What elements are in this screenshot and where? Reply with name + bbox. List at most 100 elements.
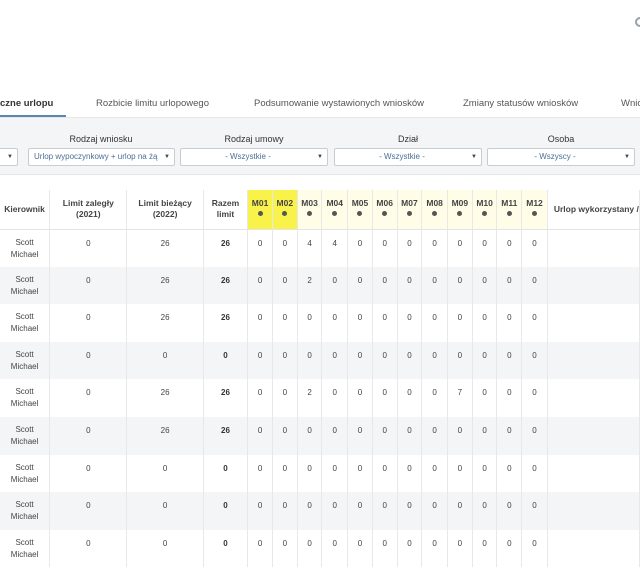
month-cell: 0 bbox=[272, 379, 298, 417]
table-row[interactable]: Scott Michael 0 26 26 0 0 2 0 0 0 0 0 7 0 0 0 bbox=[0, 379, 640, 417]
tab-rozbicie-limitu[interactable]: Rozbicie limitu urlopowego bbox=[96, 98, 209, 109]
month-cell: 0 bbox=[397, 229, 423, 267]
table-row[interactable]: Scott Michael 0 26 26 0 0 4 4 0 0 0 0 0 0 0 0 bbox=[0, 229, 640, 267]
month-cell: 0 bbox=[321, 266, 349, 305]
month-cell: 0 bbox=[347, 341, 373, 380]
info-icon bbox=[357, 211, 363, 216]
col-m02[interactable]: M02 bbox=[272, 190, 298, 230]
info-icon bbox=[282, 211, 288, 216]
month-cell: 0 bbox=[247, 341, 273, 380]
info-icon bbox=[406, 211, 412, 216]
month-cell: 0 bbox=[347, 266, 373, 305]
filter-rodzaj-umowy-select[interactable]: - Wszystkie - ▼ bbox=[180, 148, 328, 166]
month-cell: 0 bbox=[421, 266, 448, 305]
month-cell: 0 bbox=[272, 492, 298, 530]
filter-osoba-select[interactable]: - Wszyscy - ▼ bbox=[487, 148, 635, 166]
col-m12[interactable]: M12 bbox=[521, 190, 548, 230]
col-m01[interactable]: M01 bbox=[247, 190, 273, 230]
table-row[interactable]: Scott Michael 0 0 0 0 0 0 0 0 0 0 0 0 0 0 0 bbox=[0, 492, 640, 530]
limit-zalegly-cell: 0 bbox=[49, 341, 128, 380]
month-cell: 0 bbox=[421, 492, 448, 530]
tab-urlopy[interactable]: czne urlopu bbox=[0, 98, 53, 109]
urlop-wykorzystany-cell bbox=[547, 379, 640, 417]
col-m06[interactable]: M06 bbox=[372, 190, 398, 230]
col-m03[interactable]: M03 bbox=[297, 190, 323, 230]
month-cell: 0 bbox=[397, 529, 423, 568]
manager-last-name: Michael bbox=[10, 324, 39, 334]
filter-label-rodzaj-umowy: Rodzaj umowy bbox=[224, 134, 284, 144]
month-cell: 0 bbox=[521, 454, 548, 493]
month-cell: 0 bbox=[347, 416, 373, 455]
month-label: M05 bbox=[351, 198, 369, 208]
report-tabs: czne urlopu Rozbicie limitu urlopowego P… bbox=[0, 90, 640, 118]
filter-osoba-value: - Wszyscy - bbox=[534, 152, 576, 161]
col-m09[interactable]: M09 bbox=[447, 190, 473, 230]
table-row[interactable]: Scott Michael 0 0 0 0 0 0 0 0 0 0 0 0 0 0 0 bbox=[0, 341, 640, 380]
month-label: M02 bbox=[276, 198, 294, 208]
settings-icon[interactable] bbox=[634, 17, 640, 29]
col-m04[interactable]: M04 bbox=[321, 190, 349, 230]
month-cell: 0 bbox=[272, 304, 298, 342]
filter-dzial-value: - Wszystkie - bbox=[379, 152, 425, 161]
manager-name-cell: Scott Michael bbox=[0, 454, 51, 493]
col-urlop-wykorzystany[interactable]: Urlop wykorzystany / bbox=[547, 190, 640, 230]
month-cell: 0 bbox=[447, 492, 473, 530]
urlop-wykorzystany-cell bbox=[547, 416, 640, 455]
urlop-wykorzystany-cell bbox=[547, 529, 640, 568]
manager-name-cell: Scott Michael bbox=[0, 379, 51, 417]
tab-podsumowanie-wnioskow[interactable]: Podsumowanie wystawionych wniosków bbox=[254, 98, 424, 109]
month-cell: 0 bbox=[372, 529, 398, 568]
month-cell: 0 bbox=[297, 454, 323, 493]
col-m11[interactable]: M11 bbox=[496, 190, 523, 230]
table-row[interactable]: Scott Michael 0 0 0 0 0 0 0 0 0 0 0 0 0 0 0 bbox=[0, 454, 640, 493]
filter-previous-select[interactable]: ▼ bbox=[0, 148, 18, 166]
month-cell: 0 bbox=[272, 416, 298, 455]
manager-first-name: Scott bbox=[15, 462, 34, 472]
col-razem-limit[interactable]: Razem limit bbox=[203, 190, 249, 230]
table-row[interactable]: Scott Michael 0 0 0 0 0 0 0 0 0 0 0 0 0 0 0 bbox=[0, 529, 640, 568]
col-m07[interactable]: M07 bbox=[397, 190, 423, 230]
col-kierownik[interactable]: Kierownik bbox=[0, 190, 51, 230]
month-cell: 0 bbox=[472, 454, 498, 493]
col-limit-biezacy[interactable]: Limit bieżący (2022) bbox=[126, 190, 204, 230]
col-m10[interactable]: M10 bbox=[472, 190, 498, 230]
col-m08[interactable]: M08 bbox=[421, 190, 448, 230]
manager-last-name: Michael bbox=[10, 249, 39, 259]
razem-limit-cell: 26 bbox=[203, 379, 249, 417]
month-cell: 0 bbox=[247, 266, 273, 305]
month-cell: 0 bbox=[397, 416, 423, 455]
month-cell: 0 bbox=[347, 304, 373, 342]
active-tab-underline bbox=[0, 115, 66, 117]
month-cell: 0 bbox=[321, 341, 349, 380]
month-cell: 0 bbox=[347, 529, 373, 568]
month-cell: 0 bbox=[347, 229, 373, 267]
month-cell: 0 bbox=[521, 229, 548, 267]
month-cell: 0 bbox=[421, 416, 448, 455]
month-cell: 0 bbox=[247, 229, 273, 267]
month-cell: 0 bbox=[247, 304, 273, 342]
month-cell: 0 bbox=[472, 379, 498, 417]
col-limit-zalegly[interactable]: Limit zaległy (2021) bbox=[49, 190, 128, 230]
month-label: M06 bbox=[376, 198, 393, 208]
col-m05[interactable]: M05 bbox=[347, 190, 373, 230]
info-icon bbox=[332, 211, 338, 216]
limit-biezacy-cell: 26 bbox=[126, 266, 204, 305]
table-row[interactable]: Scott Michael 0 26 26 0 0 2 0 0 0 0 0 0 0 0 0 bbox=[0, 266, 640, 305]
caret-down-icon: ▼ bbox=[317, 154, 323, 160]
month-cell: 0 bbox=[347, 492, 373, 530]
tab-wnioski[interactable]: Wnio bbox=[621, 98, 640, 109]
filter-label-osoba: Osoba bbox=[547, 134, 575, 144]
urlop-wykorzystany-cell bbox=[547, 266, 640, 305]
table-row[interactable]: Scott Michael 0 26 26 0 0 0 0 0 0 0 0 0 0 0 0 bbox=[0, 304, 640, 342]
month-cell: 0 bbox=[321, 379, 349, 417]
limit-zalegly-cell: 0 bbox=[49, 492, 128, 530]
manager-last-name: Michael bbox=[10, 286, 39, 296]
table-row[interactable]: Scott Michael 0 26 26 0 0 0 0 0 0 0 0 0 0 0 0 bbox=[0, 416, 640, 455]
filter-dzial-select[interactable]: - Wszystkie - ▼ bbox=[334, 148, 482, 166]
month-cell: 0 bbox=[496, 304, 523, 342]
month-cell: 0 bbox=[397, 379, 423, 417]
filter-rodzaj-wniosku-select[interactable]: Urlop wypoczynkowy + urlop na żą ▼ bbox=[28, 148, 175, 166]
month-cell: 0 bbox=[372, 229, 398, 267]
info-icon bbox=[532, 211, 538, 216]
tab-zmiany-statusow[interactable]: Zmiany statusów wniosków bbox=[463, 98, 578, 109]
